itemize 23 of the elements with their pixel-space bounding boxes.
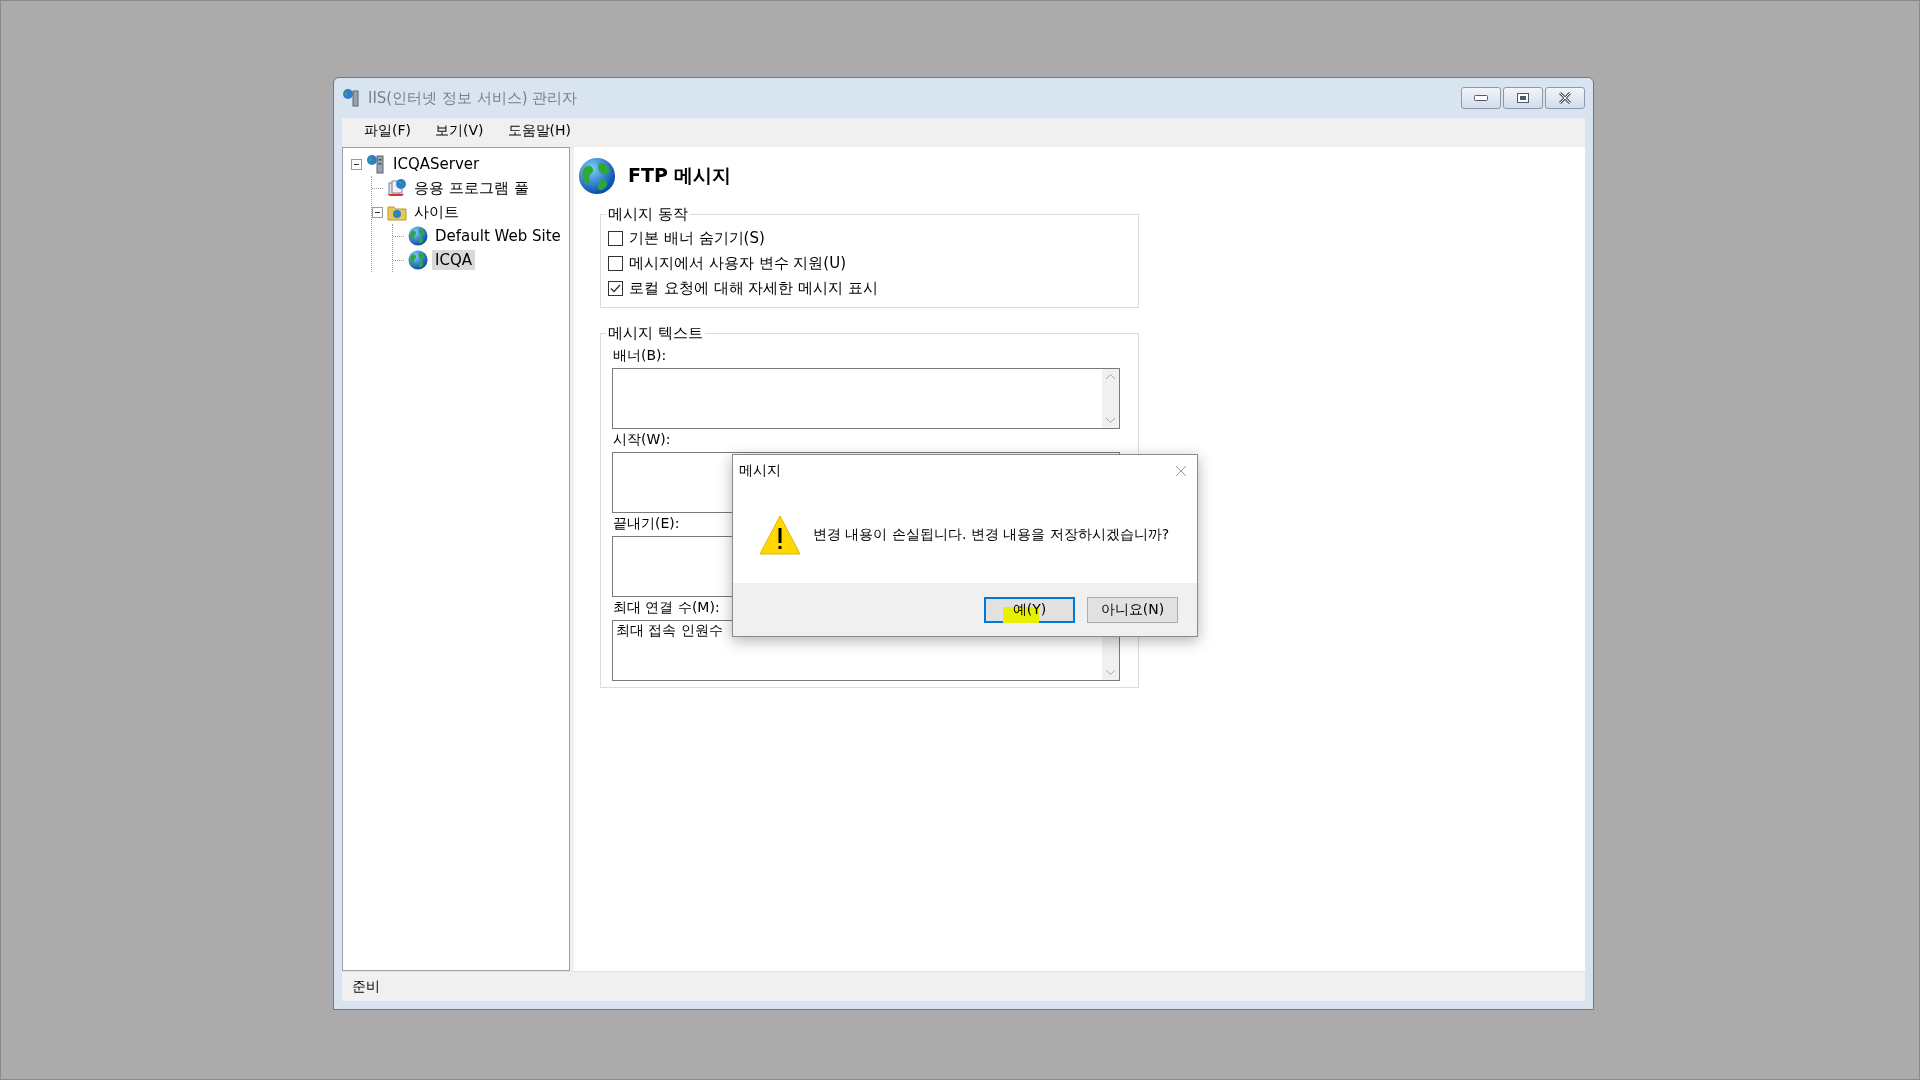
- menu-item[interactable]: 파일(F): [352, 121, 423, 140]
- tree-item[interactable]: ICQAServer: [390, 154, 483, 174]
- tree-item[interactable]: 응용 프로그램 풀: [411, 177, 532, 199]
- group-title: 메시지 텍스트: [607, 324, 704, 343]
- field-label: 최대 연결 수(M):: [613, 599, 720, 617]
- menu-item[interactable]: 보기(V): [423, 121, 496, 140]
- group-title: 메시지 동작: [607, 205, 689, 224]
- field-label: 배너(B):: [613, 347, 667, 365]
- status-text: 준비: [352, 977, 380, 996]
- dialog-title: 메시지: [739, 462, 781, 480]
- window-title: IIS(인터넷 정보 서비스) 관리자: [368, 88, 579, 108]
- field-label: 시작(W):: [613, 431, 671, 449]
- checkbox-label: 로컬 요청에 대해 자세한 메시지 표시: [629, 279, 878, 298]
- page-title: FTP 메시지: [628, 163, 732, 188]
- tree-item[interactable]: ICQA: [432, 250, 475, 270]
- tree-item[interactable]: 사이트: [411, 201, 462, 223]
- dialog-button[interactable]: 아니요(N): [1087, 596, 1178, 623]
- checkbox-label: 메시지에서 사용자 변수 지원(U): [629, 254, 846, 273]
- tree-item[interactable]: Default Web Site: [432, 226, 564, 246]
- checkbox-label: 기본 배너 숨기기(S): [629, 229, 765, 248]
- menu-item[interactable]: 도움말(H): [495, 121, 583, 140]
- field-label: 끝내기(E):: [613, 515, 680, 533]
- dialog-message: 변경 내용이 손실됩니다. 변경 내용을 저장하시겠습니까?: [813, 526, 1170, 544]
